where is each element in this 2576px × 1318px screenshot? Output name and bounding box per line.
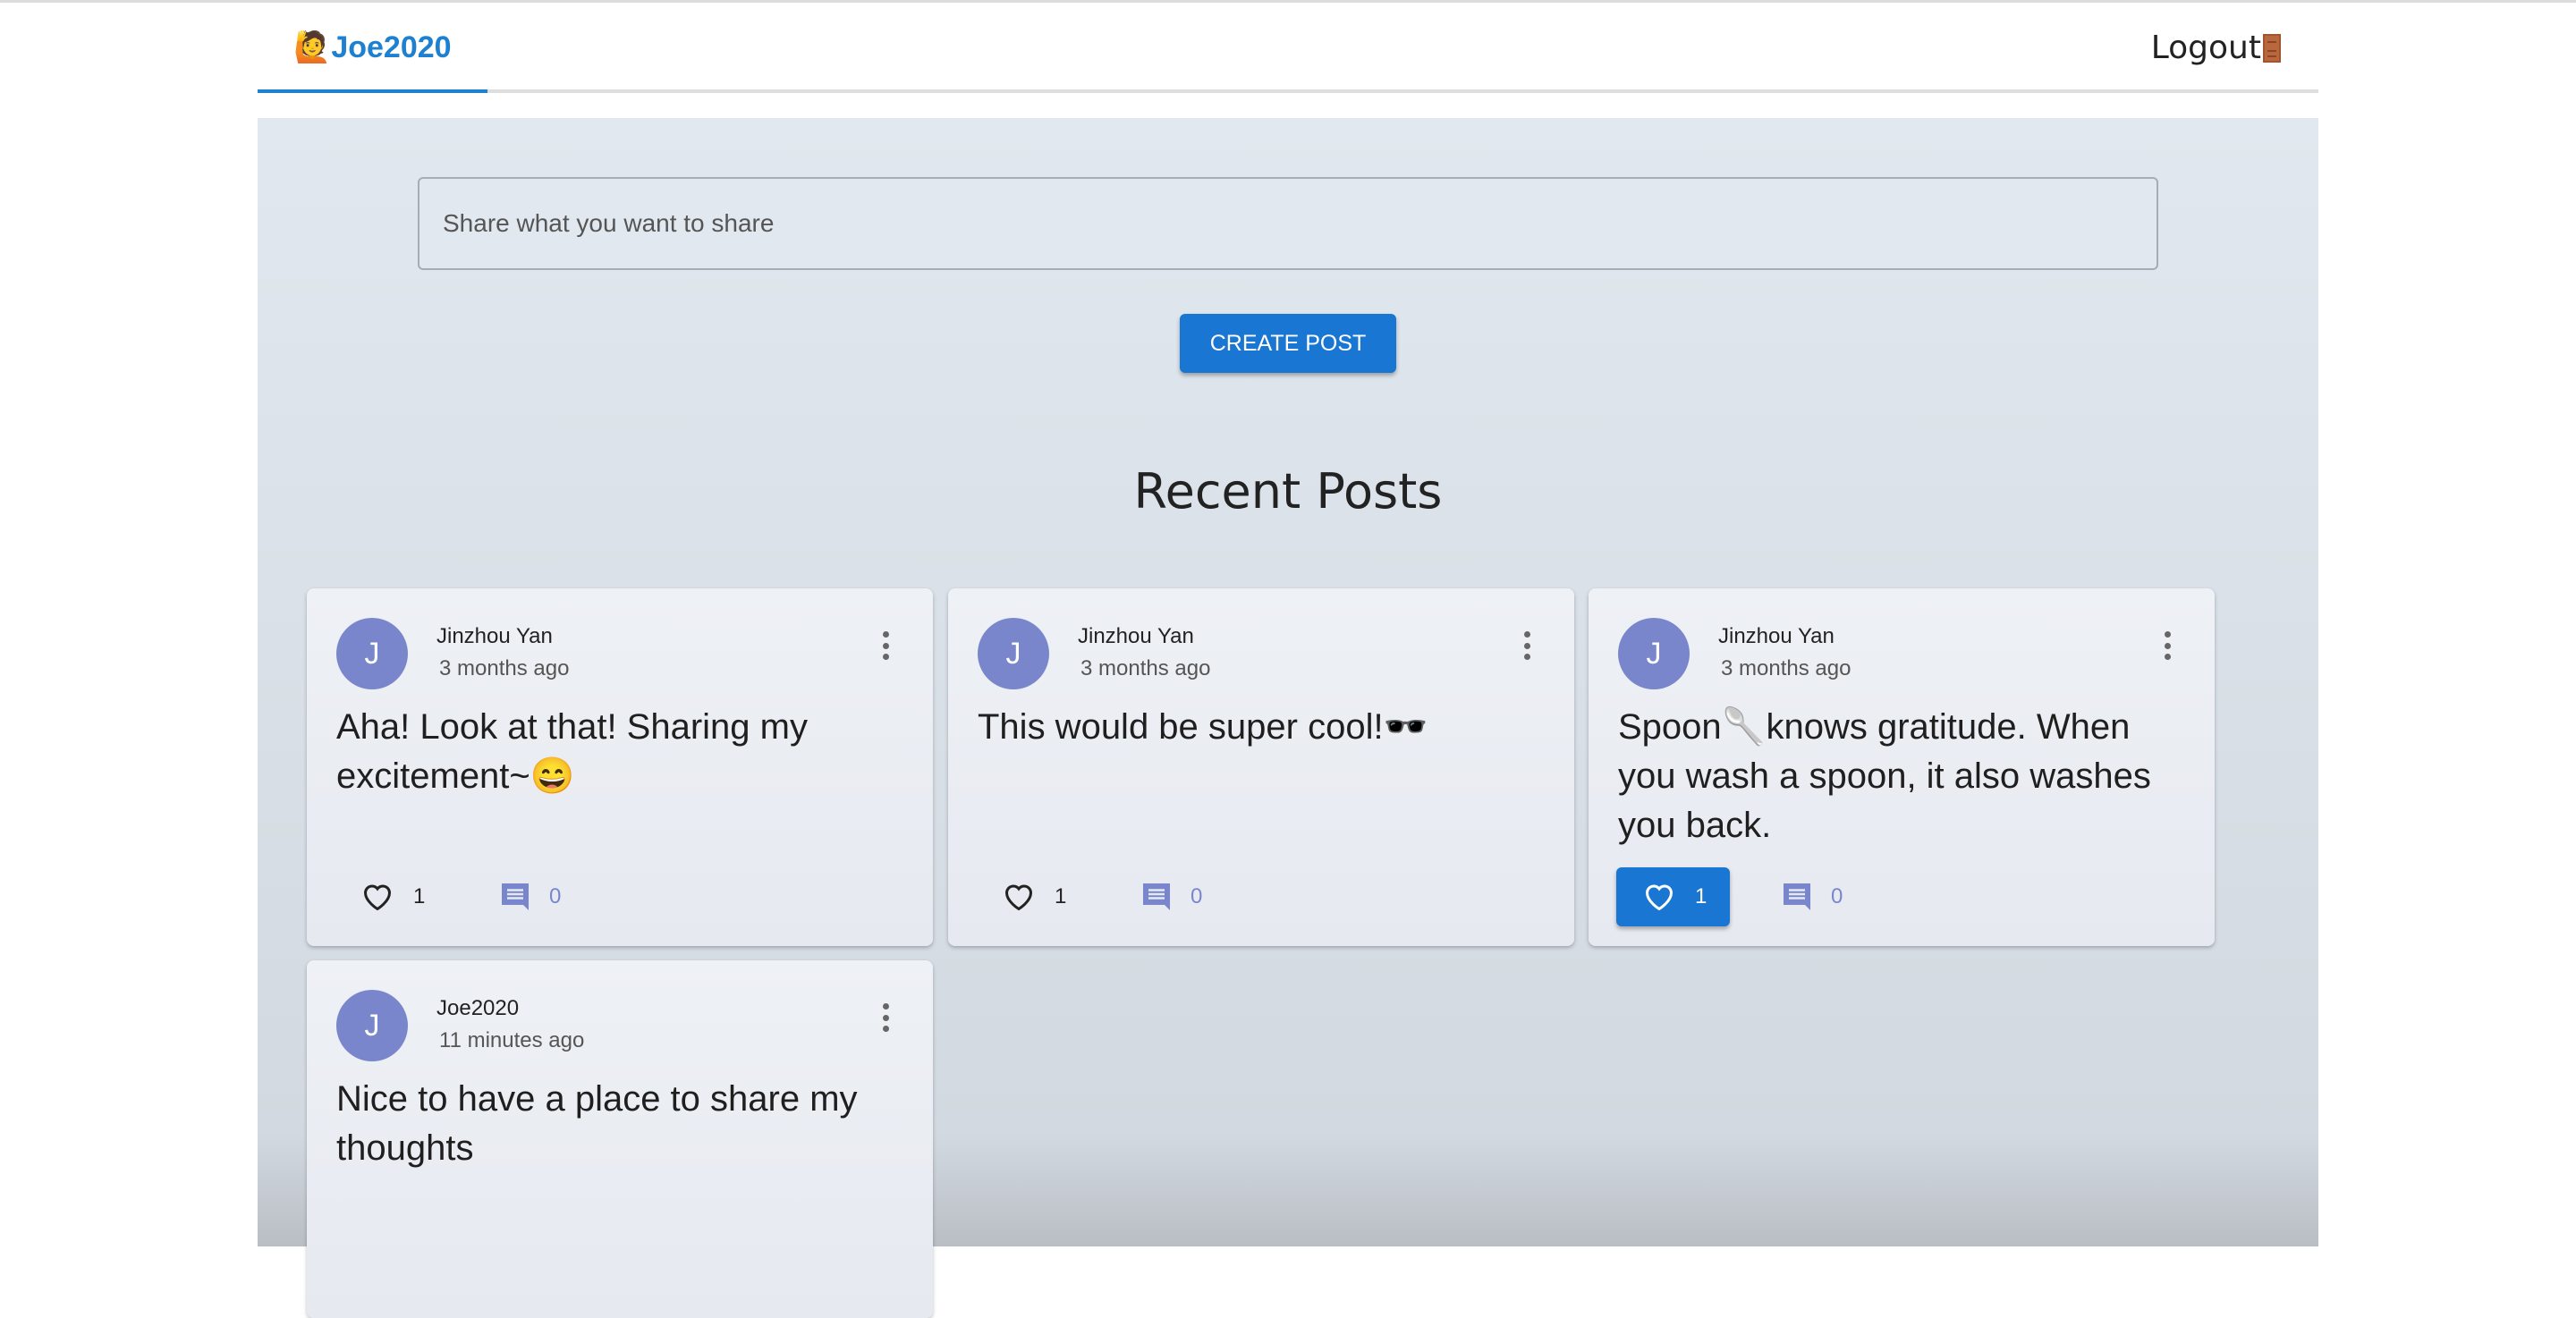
- door-icon: [2263, 33, 2281, 63]
- post-card: J Joe2020 11 minutes ago Nice to have a …: [307, 960, 933, 1318]
- post-author: Jinzhou Yan: [1078, 624, 1194, 648]
- comment-button[interactable]: 0: [1140, 867, 1202, 926]
- comment-icon: [1784, 883, 1810, 910]
- comment-count: 0: [1831, 884, 1843, 908]
- post-time: 3 months ago: [439, 656, 570, 680]
- post-author: Joe2020: [436, 996, 520, 1020]
- post-time: 3 months ago: [1721, 656, 1852, 680]
- comment-button[interactable]: 0: [499, 867, 561, 926]
- main-content: Share what you want to share CREATE POST…: [258, 118, 2318, 1318]
- post-time: 3 months ago: [1080, 656, 1211, 680]
- like-button[interactable]: 1: [335, 867, 448, 926]
- comment-button[interactable]: 0: [1781, 867, 1843, 926]
- more-options-icon[interactable]: [2154, 628, 2181, 663]
- more-options-icon[interactable]: [1513, 628, 1540, 663]
- comment-count: 0: [549, 884, 562, 908]
- brand-username: Joe2020: [331, 30, 452, 64]
- app-header: 🙋 Joe2020 Logout: [258, 3, 2318, 92]
- tab-home-user[interactable]: 🙋 Joe2020: [293, 30, 452, 65]
- logout-button[interactable]: Logout: [2151, 30, 2281, 66]
- like-count: 1: [1695, 884, 1707, 908]
- post-author: Jinzhou Yan: [1718, 624, 1835, 648]
- like-count: 1: [413, 884, 426, 908]
- tabs-divider: [258, 89, 2318, 93]
- post-author: Jinzhou Yan: [436, 624, 553, 648]
- post-body: This would be super cool!🕶️: [978, 707, 1428, 747]
- post-body: Spoon🥄knows gratitude. When you wash a s…: [1618, 707, 2151, 845]
- post-body: Nice to have a place to share my thought…: [336, 1079, 858, 1168]
- recent-posts-title: Recent Posts: [1133, 463, 1443, 520]
- active-tab-indicator: [258, 89, 487, 93]
- create-post-button[interactable]: CREATE POST: [1180, 314, 1396, 373]
- comment-icon: [502, 883, 529, 910]
- heart-icon: [363, 884, 392, 911]
- raising-hand-icon: 🙋: [293, 30, 332, 64]
- comment-count: 0: [1191, 884, 1203, 908]
- post-time: 11 minutes ago: [439, 1028, 585, 1052]
- post-card: J Jinzhou Yan 3 months ago Spoon🥄knows g…: [1589, 588, 2215, 946]
- avatar: J: [336, 618, 408, 689]
- like-button-active[interactable]: 1: [1616, 867, 1730, 926]
- heart-icon: [1645, 884, 1674, 911]
- more-options-icon[interactable]: [872, 628, 899, 663]
- post-body: Aha! Look at that! Sharing my excitement…: [336, 707, 808, 796]
- avatar: J: [1618, 618, 1690, 689]
- more-options-icon[interactable]: [872, 1000, 899, 1035]
- post-card: J Jinzhou Yan 3 months ago Aha! Look at …: [307, 588, 933, 946]
- heart-icon: [1004, 884, 1033, 911]
- share-post-input[interactable]: Share what you want to share: [418, 177, 2158, 270]
- avatar: J: [978, 618, 1049, 689]
- like-count: 1: [1055, 884, 1067, 908]
- like-button[interactable]: 1: [976, 867, 1089, 926]
- comment-icon: [1143, 883, 1170, 910]
- share-post-placeholder: Share what you want to share: [443, 209, 775, 237]
- logout-label: Logout: [2150, 30, 2261, 66]
- avatar: J: [336, 990, 408, 1061]
- post-card: J Jinzhou Yan 3 months ago This would be…: [948, 588, 1574, 946]
